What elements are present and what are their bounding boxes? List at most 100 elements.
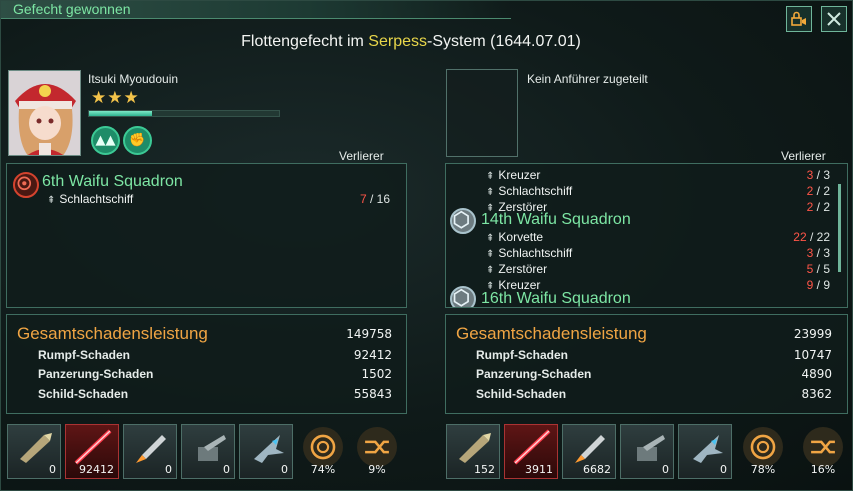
left-damage-panel: Gesamtschadensleistung 149758 Rumpf-Scha… <box>6 314 407 414</box>
subtitle-prefix: Flottengefecht im <box>241 33 369 50</box>
title-bar: Gefecht gewonnen <box>1 1 511 19</box>
ships-lost: 22 <box>793 230 807 244</box>
damage-title: Gesamtschadensleistung <box>456 324 647 343</box>
ship-count: 7 / 16 <box>307 192 390 206</box>
ships-total: 2 <box>823 184 830 198</box>
rank-chevron-icon: ⇞ <box>486 187 495 198</box>
ship-type: Schlachtschiff <box>498 184 573 198</box>
fleet-name[interactable]: 14th Waifu Squadron <box>481 211 631 229</box>
laser-weapon-slot[interactable]: 3911 <box>504 424 558 479</box>
armor-damage-value: 1502 <box>361 367 392 381</box>
laser-icon <box>513 429 551 465</box>
fleet-name[interactable]: 6th Waifu Squadron <box>42 173 183 191</box>
weapon-damage: 0 <box>165 463 172 476</box>
missile-weapon-slot[interactable]: 6682 <box>562 424 616 479</box>
leader-xp-fill <box>89 111 152 116</box>
close-icon <box>827 12 841 26</box>
hull-damage-value: 10747 <box>793 348 832 362</box>
system-name[interactable]: Serpess <box>368 33 427 50</box>
hostile-fleet-icon <box>13 172 39 198</box>
leader-rank-stars: ★★★ <box>91 88 140 108</box>
record-button[interactable] <box>786 6 812 32</box>
armor-damage-label: Panzerung-Schaden <box>476 367 592 381</box>
armor-damage-value: 4890 <box>801 367 832 381</box>
ship-count: 5 / 5 <box>746 262 830 276</box>
leader-portrait[interactable] <box>8 70 81 156</box>
turret-icon <box>198 435 226 461</box>
ships-total: 5 <box>823 262 830 276</box>
hull-damage-label: Rumpf-Schaden <box>476 348 569 362</box>
ship-count: 2 / 2 <box>746 184 830 198</box>
rank-chevron-icon: ⇞ <box>47 195 56 206</box>
ship-type: Zerstörer <box>498 262 548 276</box>
ship-type: Kreuzer <box>498 168 541 182</box>
empty-leader-portrait <box>446 69 518 157</box>
missile-icon <box>136 435 166 463</box>
rank-chevron-icon: ⇞ <box>486 233 495 244</box>
hit-chance-icon[interactable] <box>303 427 343 467</box>
shield-damage-value: 55843 <box>353 387 392 401</box>
hit-chance-icon[interactable] <box>743 427 783 467</box>
hit-chance-value: 74% <box>310 463 336 476</box>
ship-count: 3 / 3 <box>746 168 830 182</box>
right-fleet-panel: ⇞ Kreuzer 3 / 3 ⇞ Schlachtschiff 2 / 2 ⇞ Ze… <box>445 163 848 308</box>
weapon-damage: 0 <box>720 463 727 476</box>
evasion-icon[interactable] <box>803 427 843 467</box>
fleet-list-scrollbar[interactable] <box>838 184 841 272</box>
weapon-damage: 92412 <box>79 463 114 476</box>
ships-lost: 7 <box>359 192 367 206</box>
point-defense-slot[interactable]: 0 <box>620 424 674 479</box>
ship-count: 9 / 9 <box>746 278 830 292</box>
left-fleet-panel: 6th Waifu Squadron ⇞ Schlachtschiff 7 / 1… <box>6 163 407 308</box>
weapon-damage: 3911 <box>525 463 553 476</box>
damage-title: Gesamtschadensleistung <box>17 324 208 343</box>
mass-driver-icon <box>20 433 52 463</box>
ships-total: 16 <box>376 192 390 206</box>
strike-craft-slot[interactable]: 0 <box>239 424 293 479</box>
rank-chevron-icon: ⇞ <box>486 171 495 182</box>
weapon-damage: 0 <box>49 463 56 476</box>
rank-chevron-icon: ⇞ <box>486 265 495 276</box>
battle-subtitle: Flottengefecht im Serpess-System (1644.0… <box>1 33 821 51</box>
weapon-damage: 6682 <box>583 463 611 476</box>
left-result-label: Verlierer <box>339 149 384 163</box>
trait-shield-icon[interactable]: ▲▲ <box>91 126 120 155</box>
ships-total: 9 <box>823 278 830 292</box>
no-leader-label: Kein Anführer zugeteilt <box>527 72 648 86</box>
kinetic-weapon-slot[interactable]: 152 <box>446 424 500 479</box>
weapon-damage: 0 <box>662 463 669 476</box>
camera-lock-icon <box>791 11 806 26</box>
armor-damage-label: Panzerung-Schaden <box>38 367 154 381</box>
ships-total: 3 <box>823 246 830 260</box>
kinetic-weapon-slot[interactable]: 0 <box>7 424 61 479</box>
fighter-icon <box>254 435 284 463</box>
rank-chevron-icon: ⇞ <box>486 249 495 260</box>
ship-type: Schlachtschiff <box>498 246 573 260</box>
count-separator: / <box>366 192 377 206</box>
weapon-damage: 0 <box>281 463 288 476</box>
strike-craft-slot[interactable]: 0 <box>678 424 732 479</box>
leader-name[interactable]: Itsuki Myoudouin <box>88 72 178 86</box>
missile-icon <box>575 435 605 463</box>
ship-row: ⇞ Zerstörer <box>486 262 547 277</box>
close-button[interactable] <box>821 6 847 32</box>
trait-fist-icon[interactable]: ✊ <box>123 126 152 155</box>
missile-weapon-slot[interactable]: 0 <box>123 424 177 479</box>
right-result-label: Verlierer <box>781 149 826 163</box>
count-separator: / <box>806 230 817 244</box>
turret-icon <box>637 435 665 461</box>
right-damage-panel: Gesamtschadensleistung 23999 Rumpf-Schad… <box>445 314 848 414</box>
evasion-value: 16% <box>810 463 836 476</box>
ships-total: 3 <box>823 168 830 182</box>
count-separator: / <box>813 200 824 214</box>
evasion-icon[interactable] <box>357 427 397 467</box>
ship-row: ⇞ Kreuzer <box>486 168 540 183</box>
laser-weapon-slot[interactable]: 92412 <box>65 424 119 479</box>
point-defense-slot[interactable]: 0 <box>181 424 235 479</box>
weapon-damage: 152 <box>474 463 495 476</box>
fighter-icon <box>693 435 723 463</box>
ship-type: Schlachtschiff <box>59 192 134 206</box>
ship-row: ⇞ Schlachtschiff <box>486 184 572 199</box>
ship-row: ⇞ Schlachtschiff <box>47 192 133 207</box>
fleet-name[interactable]: 16th Waifu Squadron <box>481 290 631 307</box>
